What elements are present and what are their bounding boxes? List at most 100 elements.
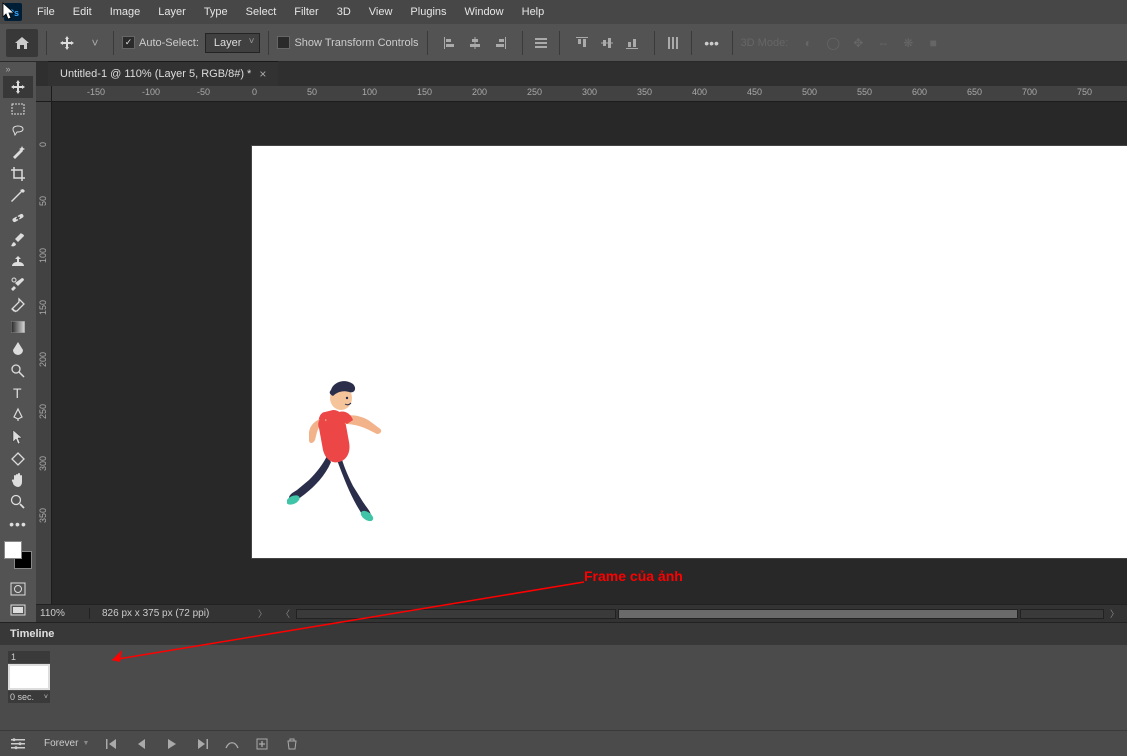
document-area: Untitled-1 @ 110% (Layer 5, RGB/8#) * × …: [36, 62, 1127, 622]
expand-options-icon[interactable]: »: [2, 62, 14, 76]
zoom-level[interactable]: 110%: [36, 608, 90, 619]
timeline-panel: Timeline 1 0 sec.˅ Forever: [0, 622, 1127, 756]
timeline-options-icon[interactable]: [8, 734, 28, 754]
3d-camera-icon: ■: [923, 33, 943, 53]
scrollbar-h-track[interactable]: [296, 609, 616, 619]
align-left-icon[interactable]: [440, 33, 460, 53]
clone-stamp-tool[interactable]: [3, 251, 33, 273]
eyedropper-tool[interactable]: [3, 185, 33, 207]
eraser-tool[interactable]: [3, 295, 33, 317]
screen-mode-icon[interactable]: [3, 600, 33, 622]
tools-panel: T •••: [0, 62, 36, 622]
path-selection-tool[interactable]: [3, 426, 33, 448]
menu-file[interactable]: File: [28, 2, 64, 22]
ruler-origin[interactable]: [36, 86, 52, 102]
scroll-left-icon[interactable]: 〈: [277, 607, 294, 620]
history-brush-tool[interactable]: [3, 273, 33, 295]
quick-mask-icon[interactable]: [3, 578, 33, 600]
healing-brush-tool[interactable]: [3, 207, 33, 229]
home-button[interactable]: [6, 29, 38, 57]
timeline-panel-header[interactable]: Timeline: [0, 623, 1127, 645]
next-frame-icon[interactable]: [192, 734, 212, 754]
3d-orbit-icon: ◐: [798, 33, 818, 53]
gradient-tool[interactable]: [3, 316, 33, 338]
zoom-tool[interactable]: [3, 491, 33, 513]
frame-preview: [8, 664, 50, 690]
menu-layer[interactable]: Layer: [149, 2, 195, 22]
document-info[interactable]: 826 px x 375 px (72 ppi): [92, 608, 252, 619]
auto-select-label: Auto-Select:: [139, 37, 199, 49]
show-transform-checkbox[interactable]: [277, 36, 290, 49]
vertical-ruler[interactable]: 0 50 100 150 200 250 300 350: [36, 102, 52, 604]
frame-delay-dropdown[interactable]: 0 sec.˅: [8, 691, 50, 703]
more-options-icon[interactable]: •••: [700, 31, 724, 55]
status-bar: 110% 826 px x 375 px (72 ppi) 〉 〈 〉: [36, 604, 1127, 622]
rectangle-tool[interactable]: [3, 448, 33, 470]
menu-bar: Ps File Edit Image Layer Type Select Fil…: [0, 0, 1127, 24]
menu-window[interactable]: Window: [456, 2, 513, 22]
align-v-center-icon[interactable]: [597, 33, 617, 53]
document-tab-title: Untitled-1 @ 110% (Layer 5, RGB/8#) *: [60, 68, 251, 80]
menu-view[interactable]: View: [360, 2, 402, 22]
canvas-viewport[interactable]: -150 -100 -50 0 50 100 150 200 250 300 3…: [36, 86, 1127, 604]
crop-tool[interactable]: [3, 163, 33, 185]
blur-tool[interactable]: [3, 338, 33, 360]
edit-toolbar-icon[interactable]: •••: [3, 513, 33, 535]
tool-preset-dropdown-icon[interactable]: ˅: [85, 33, 105, 53]
3d-pan-icon: ✥: [848, 33, 868, 53]
frame-number: 1: [8, 651, 50, 663]
delete-frame-icon[interactable]: [282, 734, 302, 754]
first-frame-icon[interactable]: [102, 734, 122, 754]
menu-select[interactable]: Select: [237, 2, 286, 22]
hand-tool[interactable]: [3, 470, 33, 492]
annotation-label: Frame của ảnh: [584, 568, 683, 584]
menu-filter[interactable]: Filter: [285, 2, 327, 22]
auto-select-target-dropdown[interactable]: Layer: [205, 33, 261, 53]
layer-content-running-man[interactable]: [287, 376, 382, 521]
lasso-tool[interactable]: [3, 120, 33, 142]
align-h-center-icon[interactable]: [465, 33, 485, 53]
tween-icon[interactable]: [222, 734, 242, 754]
distribute-icon[interactable]: [531, 33, 551, 53]
menu-image[interactable]: Image: [101, 2, 150, 22]
dodge-tool[interactable]: [3, 360, 33, 382]
scrollbar-h-track[interactable]: [1020, 609, 1104, 619]
auto-select-checkbox[interactable]: ✓: [122, 36, 135, 49]
document-tab[interactable]: Untitled-1 @ 110% (Layer 5, RGB/8#) * ×: [48, 61, 278, 86]
frame-thumbnail[interactable]: 1 0 sec.˅: [8, 651, 50, 703]
move-tool[interactable]: [3, 76, 33, 98]
canvas[interactable]: [252, 146, 1127, 558]
prev-frame-icon[interactable]: [132, 734, 152, 754]
3d-mode-label: 3D Mode:: [741, 37, 789, 49]
status-info-dropdown-icon[interactable]: 〉: [254, 607, 271, 620]
distribute-v-icon[interactable]: [663, 33, 683, 53]
play-icon[interactable]: [162, 734, 182, 754]
menu-edit[interactable]: Edit: [64, 2, 101, 22]
menu-help[interactable]: Help: [513, 2, 554, 22]
foreground-color-swatch[interactable]: [4, 541, 22, 559]
rectangular-marquee-tool[interactable]: [3, 98, 33, 120]
magic-wand-tool[interactable]: [3, 141, 33, 163]
move-tool-icon: [55, 31, 79, 55]
align-right-icon[interactable]: [490, 33, 510, 53]
type-tool[interactable]: T: [3, 382, 33, 404]
3d-roll-icon: ◯: [823, 33, 843, 53]
menu-plugins[interactable]: Plugins: [401, 2, 455, 22]
brush-tool[interactable]: [3, 229, 33, 251]
horizontal-ruler[interactable]: -150 -100 -50 0 50 100 150 200 250 300 3…: [52, 86, 1127, 102]
close-tab-icon[interactable]: ×: [259, 67, 266, 81]
align-bottom-icon[interactable]: [622, 33, 642, 53]
color-swatches[interactable]: [2, 541, 34, 578]
3d-slide-icon: ⇔: [873, 33, 893, 53]
align-top-icon[interactable]: [572, 33, 592, 53]
scroll-right-icon[interactable]: 〉: [1106, 607, 1123, 620]
loop-options-dropdown[interactable]: Forever: [38, 736, 92, 751]
options-bar: ˅ ✓ Auto-Select: Layer Show Transform Co…: [0, 24, 1127, 62]
timeline-controls: Forever: [0, 730, 1127, 756]
show-transform-label: Show Transform Controls: [294, 37, 418, 49]
scrollbar-h-thumb[interactable]: [618, 609, 1018, 619]
menu-3d[interactable]: 3D: [328, 2, 360, 22]
duplicate-frame-icon[interactable]: [252, 734, 272, 754]
pen-tool[interactable]: [3, 404, 33, 426]
menu-type[interactable]: Type: [195, 2, 237, 22]
